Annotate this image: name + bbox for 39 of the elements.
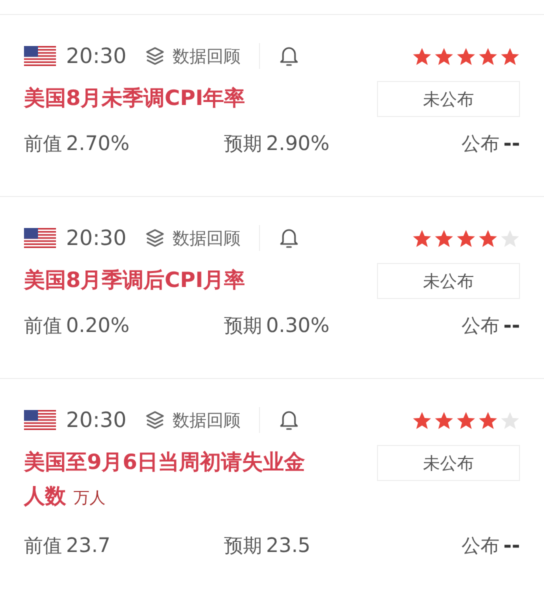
actual-label: 公布: [461, 314, 500, 339]
bell-icon[interactable]: [278, 227, 300, 249]
event-title: 美国8月未季调CPI年率: [24, 85, 246, 112]
previous-label: 前值: [24, 534, 62, 559]
status-badge: 未公布: [377, 81, 520, 117]
event-time: 20:30: [66, 226, 127, 250]
data-review-link[interactable]: 数据回顾: [144, 408, 241, 432]
data-review-link[interactable]: 数据回顾: [144, 226, 241, 250]
actual-value: --: [503, 313, 520, 337]
layers-icon: [144, 46, 165, 66]
bell-icon[interactable]: [278, 409, 300, 431]
actual-value: --: [503, 131, 520, 155]
status-badge: 未公布: [377, 263, 520, 299]
layers-icon: [144, 228, 165, 248]
forecast-label: 预期: [224, 534, 262, 559]
forecast-value: 2.90%: [266, 131, 330, 155]
actual-value: --: [503, 533, 520, 557]
bell-icon[interactable]: [278, 45, 300, 67]
forecast-value: 0.30%: [266, 313, 330, 337]
flag-icon: [24, 410, 56, 430]
previous-value: 2.70%: [66, 131, 130, 155]
previous-value: 23.7: [66, 533, 111, 557]
event-title: 美国至9月6日当周初请失业金人数 万人: [24, 449, 306, 510]
forecast-label: 预期: [224, 132, 262, 157]
event-time: 20:30: [66, 408, 127, 432]
previous-label: 前值: [24, 132, 62, 157]
previous-value: 0.20%: [66, 313, 130, 337]
flag-icon: [24, 46, 56, 66]
status-badge: 未公布: [377, 445, 520, 481]
actual-label: 公布: [461, 132, 500, 157]
forecast-label: 预期: [224, 314, 262, 339]
event-title: 美国8月季调后CPI月率: [24, 267, 246, 294]
data-review-link[interactable]: 数据回顾: [144, 44, 241, 68]
layers-icon: [144, 410, 165, 430]
event-time: 20:30: [66, 44, 127, 68]
flag-icon: [24, 228, 56, 248]
forecast-value: 23.5: [266, 533, 311, 557]
previous-label: 前值: [24, 314, 62, 339]
actual-label: 公布: [461, 534, 500, 559]
